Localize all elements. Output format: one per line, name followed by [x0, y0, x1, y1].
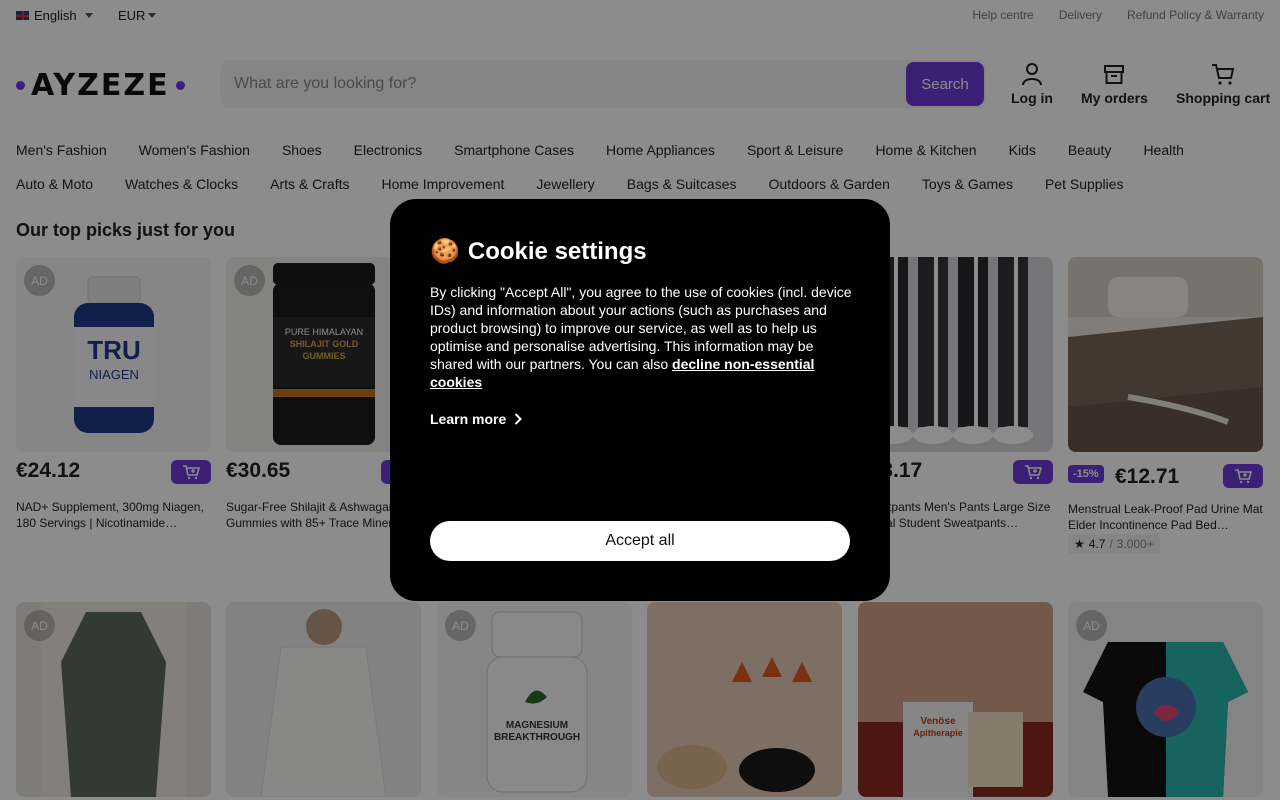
cookie-dialog-title: 🍪 Cookie settings: [430, 237, 647, 266]
learn-more-link[interactable]: Learn more: [430, 411, 523, 427]
cookie-settings-dialog: 🍪 Cookie settings By clicking "Accept Al…: [390, 199, 890, 601]
cookie-dialog-text: By clicking "Accept All", you agree to t…: [430, 284, 852, 390]
accept-all-button[interactable]: Accept all: [430, 521, 850, 561]
cookie-icon: 🍪: [430, 238, 460, 265]
chevron-right-icon: [515, 413, 523, 425]
